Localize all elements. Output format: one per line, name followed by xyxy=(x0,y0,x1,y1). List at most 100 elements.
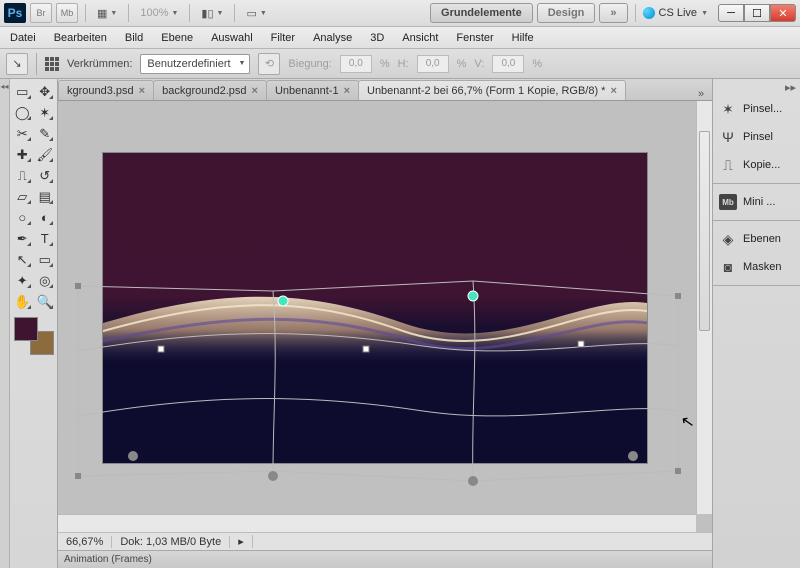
panel-clone-source[interactable]: ⎍Kopie... xyxy=(713,151,800,179)
tool-wand[interactable]: ✶ xyxy=(35,103,56,122)
screenmode-drop[interactable]: ▭ ▼ xyxy=(242,3,270,23)
biegung-field: 0,0 xyxy=(340,55,372,73)
tool-crop[interactable]: ✂ xyxy=(12,124,33,143)
toolbox: ▭✥ ◯✶ ✂✎ ✚🖌 ⎍↺ ▱▤ ○◐ ✒T ↖▭ ✦◎ ✋🔍 xyxy=(10,79,58,568)
zoom-level[interactable]: 100% ▼ xyxy=(136,3,182,23)
status-zoom[interactable]: 66,67% xyxy=(58,536,112,548)
menu-bar: Datei Bearbeiten Bild Ebene Auswahl Filt… xyxy=(0,27,800,49)
menu-bild[interactable]: Bild xyxy=(125,32,143,44)
color-swatches[interactable] xyxy=(12,317,56,355)
menu-ansicht[interactable]: Ansicht xyxy=(402,32,438,44)
workspace-more[interactable]: » xyxy=(599,3,627,23)
panel-minibridge[interactable]: MbMini ... xyxy=(713,188,800,216)
menu-analyse[interactable]: Analyse xyxy=(313,32,352,44)
tool-history[interactable]: ↺ xyxy=(35,166,56,185)
close-icon[interactable]: × xyxy=(252,85,258,97)
tool-blur[interactable]: ○ xyxy=(12,208,33,227)
workspace-design[interactable]: Design xyxy=(537,3,596,23)
tool-path[interactable]: ↖ xyxy=(12,250,33,269)
menu-filter[interactable]: Filter xyxy=(271,32,295,44)
app-icon: Ps xyxy=(4,3,26,23)
workspace-grundelemente[interactable]: Grundelemente xyxy=(430,3,533,23)
menu-bearbeiten[interactable]: Bearbeiten xyxy=(54,32,107,44)
fg-color-swatch[interactable] xyxy=(14,317,38,341)
menu-fenster[interactable]: Fenster xyxy=(456,32,493,44)
tool-stamp[interactable]: ⎍ xyxy=(12,166,33,185)
window-minimize[interactable]: ─ xyxy=(718,4,744,22)
warp-orientation-icon: ⟲ xyxy=(258,53,280,75)
cs-live-icon xyxy=(643,7,655,19)
minibridge-icon[interactable]: Mb xyxy=(56,3,78,23)
right-panel-dock: ▸▸ ✶Pinsel... ΨPinsel ⎍Kopie... MbMini .… xyxy=(712,79,800,568)
tool-hand[interactable]: ✋ xyxy=(12,292,33,311)
window-close[interactable]: ✕ xyxy=(770,4,796,22)
warp-label: Verkrümmen: xyxy=(67,58,132,70)
menu-ebene[interactable]: Ebene xyxy=(161,32,193,44)
tab-background2[interactable]: background2.psd× xyxy=(153,80,267,100)
menu-hilfe[interactable]: Hilfe xyxy=(512,32,534,44)
tool-zoom[interactable]: 🔍 xyxy=(35,292,56,311)
tool-text[interactable]: T xyxy=(35,229,56,248)
tool-dodge[interactable]: ◐ xyxy=(35,208,56,227)
tool-pen[interactable]: ✒ xyxy=(12,229,33,248)
options-bar: ↘ Verkrümmen: Benutzerdefiniert ⟲ Biegun… xyxy=(0,49,800,79)
tab-unbenannt1[interactable]: Unbenannt-1× xyxy=(266,80,359,100)
v-field: 0,0 xyxy=(492,55,524,73)
tool-heal[interactable]: ✚ xyxy=(12,145,33,164)
pct-1: % xyxy=(380,58,390,70)
h-field: 0,0 xyxy=(417,55,449,73)
tool-eyedrop[interactable]: ✎ xyxy=(35,124,56,143)
menu-datei[interactable]: Datei xyxy=(10,32,36,44)
tabs-overflow[interactable]: » xyxy=(690,88,712,100)
brush-preset-icon: ✶ xyxy=(719,100,737,118)
warp-preset-dropdown[interactable]: Benutzerdefiniert xyxy=(140,54,250,74)
status-more[interactable]: ▸ xyxy=(230,535,253,548)
bridge-icon[interactable]: Br xyxy=(30,3,52,23)
tool-move[interactable]: ▭ xyxy=(12,82,33,101)
h-label: H: xyxy=(398,58,409,70)
panel-layers[interactable]: ◈Ebenen xyxy=(713,225,800,253)
panel-brush[interactable]: ΨPinsel xyxy=(713,123,800,151)
clone-icon: ⎍ xyxy=(719,156,737,174)
tool-lasso[interactable]: ◯ xyxy=(12,103,33,122)
horizontal-scrollbar[interactable] xyxy=(58,514,696,532)
panel-masks[interactable]: ◙Masken xyxy=(713,253,800,281)
tool-3dcam[interactable]: ◎ xyxy=(35,271,56,290)
cs-live-menu[interactable]: CS Live ▼ xyxy=(643,7,708,19)
menu-auswahl[interactable]: Auswahl xyxy=(211,32,253,44)
status-doc-info[interactable]: Dok: 1,03 MB/0 Byte xyxy=(112,536,230,548)
document-tabs: kground3.psd× background2.psd× Unbenannt… xyxy=(58,79,712,101)
tool-gradient[interactable]: ▤ xyxy=(35,187,56,206)
tool-shape[interactable]: ▭ xyxy=(35,250,56,269)
pct-2: % xyxy=(457,58,467,70)
vertical-scrollbar[interactable] xyxy=(696,101,712,514)
v-label: V: xyxy=(474,58,484,70)
menu-3d[interactable]: 3D xyxy=(370,32,384,44)
close-icon[interactable]: × xyxy=(344,85,350,97)
close-icon[interactable]: × xyxy=(610,85,616,97)
title-bar: Ps Br Mb ▦ ▼ 100% ▼ ▮▯ ▼ ▭ ▼ Grundelemen… xyxy=(0,0,800,27)
layers-icon: ◈ xyxy=(719,230,737,248)
panel-collapse-right[interactable]: ▸▸ xyxy=(713,79,800,91)
tab-unbenannt2[interactable]: Unbenannt-2 bei 66,7% (Form 1 Kopie, RGB… xyxy=(358,80,626,100)
document-area: kground3.psd× background2.psd× Unbenannt… xyxy=(58,79,712,568)
panel-brush-presets[interactable]: ✶Pinsel... xyxy=(713,95,800,123)
pct-3: % xyxy=(532,58,542,70)
view-extras-drop[interactable]: ▦ ▼ xyxy=(93,3,121,23)
warp-transform-grid[interactable] xyxy=(73,276,683,486)
close-icon[interactable]: × xyxy=(139,85,145,97)
tab-bkground3[interactable]: kground3.psd× xyxy=(58,80,154,100)
tool-brush[interactable]: 🖌 xyxy=(35,145,56,164)
canvas-viewport[interactable]: ↖ xyxy=(58,101,712,532)
masks-icon: ◙ xyxy=(719,258,737,276)
warp-grid-icon[interactable] xyxy=(45,57,59,71)
current-tool-icon[interactable]: ↘ xyxy=(6,53,28,75)
arrange-drop[interactable]: ▮▯ ▼ xyxy=(197,3,227,23)
tool-eraser[interactable]: ▱ xyxy=(12,187,33,206)
tool-3d[interactable]: ✦ xyxy=(12,271,33,290)
window-maximize[interactable]: ☐ xyxy=(744,4,770,22)
animation-panel-tab[interactable]: Animation (Frames) xyxy=(58,550,712,568)
mouse-cursor: ↖ xyxy=(679,411,696,433)
panel-collapse-left[interactable]: ◂◂ xyxy=(0,79,10,568)
tool-move2[interactable]: ✥ xyxy=(35,82,56,101)
